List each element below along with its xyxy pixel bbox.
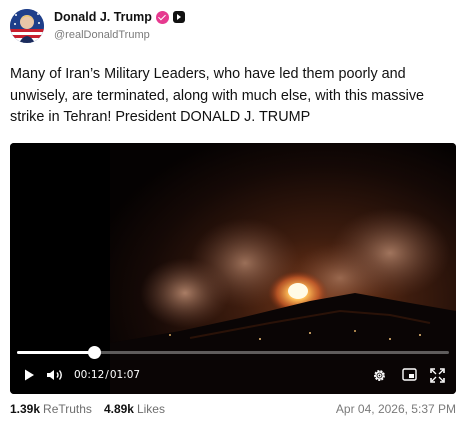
retruths-count: 1.39k bbox=[10, 402, 41, 416]
verified-badge-icon bbox=[155, 10, 169, 24]
video-frame bbox=[10, 143, 456, 394]
current-time: 00:12 bbox=[74, 369, 105, 381]
media-badge-icon bbox=[172, 11, 185, 23]
likes-count: 4.89k bbox=[103, 402, 134, 416]
video-progress-fill bbox=[17, 351, 95, 354]
picture-in-picture-icon bbox=[402, 368, 417, 381]
fullscreen-button[interactable] bbox=[430, 368, 445, 383]
fullscreen-icon bbox=[430, 368, 445, 383]
video-time: 00:12/01:07 bbox=[74, 369, 140, 381]
play-button[interactable] bbox=[22, 368, 36, 382]
gear-icon bbox=[374, 370, 385, 381]
author-handle[interactable]: @realDonaldTrump bbox=[54, 29, 150, 41]
volume-button[interactable] bbox=[46, 368, 64, 382]
author-row: Donald J. Trump bbox=[54, 10, 185, 24]
truth-post: Donald J. Trump @realDonaldTrump Many of… bbox=[0, 0, 466, 429]
post-stats: 1.39k ReTruths 4.89k Likes bbox=[10, 402, 165, 416]
post-text: Many of Iran’s Military Leaders, who hav… bbox=[10, 66, 425, 125]
settings-button[interactable] bbox=[372, 368, 387, 383]
likes-stat[interactable]: 4.89k Likes bbox=[104, 402, 165, 416]
author-name[interactable]: Donald J. Trump bbox=[54, 10, 152, 24]
post-timestamp[interactable]: Apr 04, 2026, 5:37 PM bbox=[336, 402, 456, 416]
volume-icon bbox=[47, 370, 62, 380]
avatar-flag-image bbox=[10, 9, 44, 43]
retruths-stat[interactable]: 1.39k ReTruths bbox=[10, 402, 92, 416]
video-player[interactable]: 00:12/01:07 bbox=[10, 143, 456, 394]
play-icon bbox=[25, 369, 34, 381]
time-separator: / bbox=[105, 369, 109, 381]
picture-in-picture-button[interactable] bbox=[402, 368, 417, 381]
likes-label: Likes bbox=[136, 402, 165, 416]
video-progress-bar[interactable] bbox=[17, 346, 449, 359]
retruths-label: ReTruths bbox=[43, 402, 92, 416]
duration: 01:07 bbox=[109, 369, 141, 381]
avatar[interactable] bbox=[10, 9, 44, 43]
